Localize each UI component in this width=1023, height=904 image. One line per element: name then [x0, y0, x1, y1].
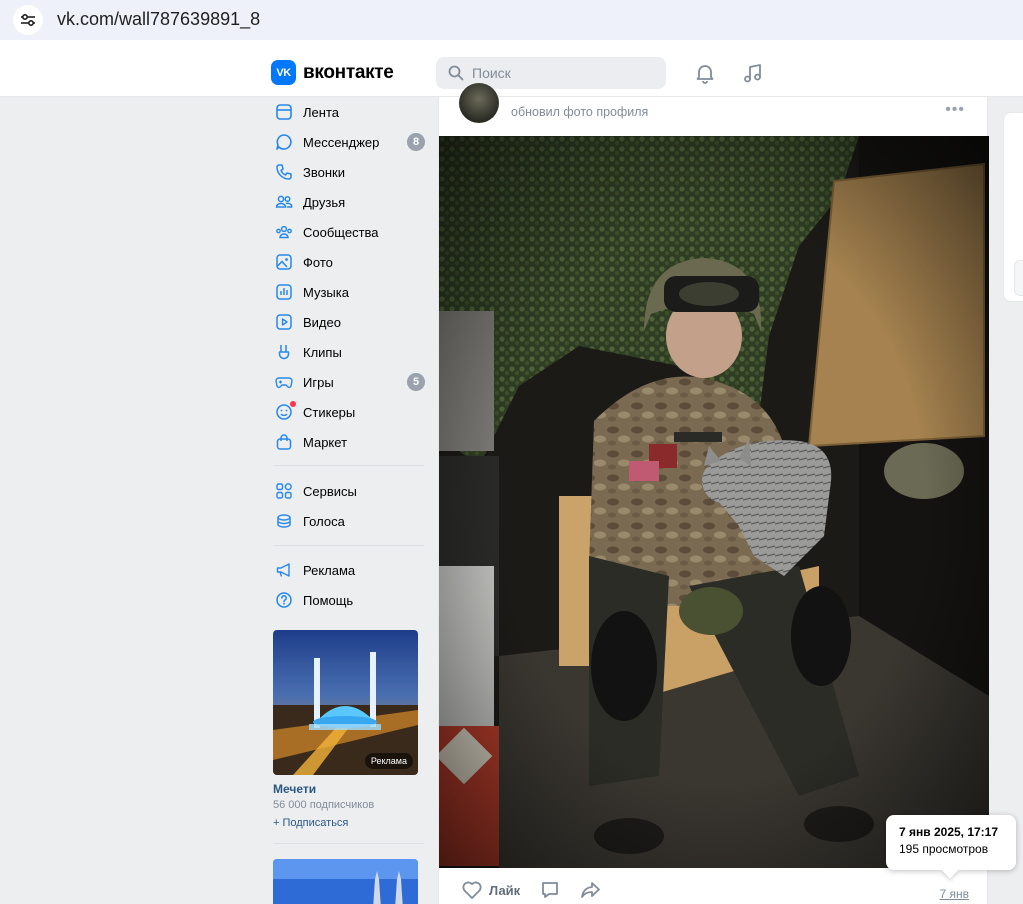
help-icon: [274, 590, 294, 610]
vk-logo-icon: VK: [271, 60, 296, 85]
comment-icon: [542, 882, 558, 898]
post-subtitle: обновил фото профиля: [511, 105, 649, 119]
sidebar-item-label: Помощь: [303, 592, 354, 608]
sidebar-item-messenger[interactable]: Мессенджер 8: [272, 128, 426, 156]
sidebar-item-calls[interactable]: Звонки: [272, 158, 426, 186]
right-side-card: [1003, 112, 1023, 302]
sidebar-item-label: Музыка: [303, 284, 349, 300]
sidebar-item-label: Лента: [303, 104, 339, 120]
tooltip-datetime: 7 янв 2025, 17:17: [899, 825, 999, 839]
ad-title[interactable]: Мечети: [273, 782, 316, 796]
site-info-icon[interactable]: [13, 5, 43, 35]
photo-icon: [274, 252, 294, 272]
music-icon: [274, 282, 294, 302]
logo-text: вконтакте: [303, 61, 394, 83]
ad-subscribers: 56 000 подписчиков: [273, 799, 375, 811]
sidebar-item-label: Клипы: [303, 344, 342, 360]
sidebar-item-label: Маркет: [303, 434, 348, 450]
post-actions: Лайк 7 янв: [439, 880, 989, 904]
communities-icon: [274, 222, 294, 242]
vk-logo[interactable]: VK вконтакте: [271, 60, 394, 85]
sidebar-item-friends[interactable]: Друзья: [272, 188, 426, 216]
like-button[interactable]: Лайк: [461, 880, 520, 900]
sidebar-divider: [274, 545, 424, 546]
sidebar-item-clips[interactable]: Клипы: [272, 338, 426, 366]
sidebar-item-market[interactable]: Маркет: [272, 428, 426, 456]
unread-badge: 8: [407, 133, 425, 151]
like-label: Лайк: [489, 882, 521, 898]
ad-image-2[interactable]: [273, 859, 418, 904]
sidebar-item-votes[interactable]: Голоса: [272, 507, 426, 535]
sidebar-divider: [274, 843, 424, 844]
site-header: VK вконтакте Поиск: [0, 48, 1023, 97]
services-icon: [274, 481, 294, 501]
sidebar-item-label: Игры: [303, 374, 334, 390]
sidebar-item-label: Голоса: [303, 513, 345, 529]
messenger-icon: [274, 132, 294, 152]
sidebar-item-feed[interactable]: Лента: [272, 98, 426, 126]
sidebar-item-music[interactable]: Музыка: [272, 278, 426, 306]
share-button[interactable]: [580, 880, 602, 900]
heart-icon: [462, 881, 482, 899]
more-options-icon[interactable]: •••: [945, 101, 965, 119]
browser-address-bar: vk.com/wall787639891_8: [0, 0, 1023, 40]
megaphone-icon: [274, 560, 294, 580]
feed-icon: [274, 102, 294, 122]
sidebar-item-label: Стикеры: [303, 404, 356, 420]
tooltip-views: 195 просмотров: [899, 842, 989, 856]
sidebar-item-label: Видео: [303, 314, 341, 330]
sidebar-item-label: Реклама: [303, 562, 356, 578]
share-icon: [581, 882, 600, 898]
sidebar-item-label: Фото: [303, 254, 333, 270]
friends-icon: [274, 192, 294, 212]
subscribe-link[interactable]: + Подписаться: [273, 817, 348, 829]
date-tooltip: 7 янв 2025, 17:17 195 просмотров: [886, 815, 1016, 870]
market-icon: [274, 432, 294, 452]
sidebar-item-label: Сообщества: [303, 224, 379, 240]
right-card-element: [1014, 260, 1023, 296]
post-date-link[interactable]: 7 янв: [939, 887, 969, 901]
ad-image[interactable]: Реклама: [273, 630, 418, 775]
clips-icon: [274, 342, 294, 362]
sidebar-item-ads[interactable]: Реклама: [272, 556, 426, 584]
votes-icon: [274, 511, 294, 531]
stickers-icon: [274, 401, 296, 422]
search-placeholder: Поиск: [472, 65, 511, 81]
sidebar-item-help[interactable]: Помощь: [272, 586, 426, 614]
video-icon: [274, 312, 294, 332]
ad-badge: Реклама: [364, 753, 413, 769]
avatar[interactable]: [459, 83, 499, 123]
bell-icon[interactable]: [693, 61, 717, 85]
notification-dot: [290, 401, 296, 407]
sidebar-item-games[interactable]: Игры 5: [272, 368, 426, 396]
sidebar-item-communities[interactable]: Сообщества: [272, 218, 426, 246]
post-photo[interactable]: [439, 136, 989, 868]
games-icon: [274, 372, 294, 392]
url-field[interactable]: vk.com/wall787639891_8: [57, 9, 260, 30]
sidebar-item-services[interactable]: Сервисы: [272, 477, 426, 505]
sidebar-item-stickers[interactable]: Стикеры: [272, 398, 426, 426]
sidebar-item-label: Звонки: [303, 164, 345, 180]
sidebar-item-video[interactable]: Видео: [272, 308, 426, 336]
search-icon: [448, 65, 464, 81]
sidebar-item-photo[interactable]: Фото: [272, 248, 426, 276]
games-badge: 5: [407, 373, 425, 391]
browser-separator: [0, 40, 1023, 48]
wall-post: обновил фото профиля ••• Лайк 7 янв: [438, 83, 989, 904]
sidebar-divider: [274, 465, 424, 466]
music-note-icon[interactable]: [741, 61, 765, 85]
comment-button[interactable]: [540, 880, 560, 900]
sidebar-item-label: Сервисы: [303, 483, 357, 499]
sidebar-item-label: Друзья: [303, 194, 346, 210]
sidebar-item-label: Мессенджер: [303, 134, 380, 150]
phone-icon: [274, 162, 294, 182]
